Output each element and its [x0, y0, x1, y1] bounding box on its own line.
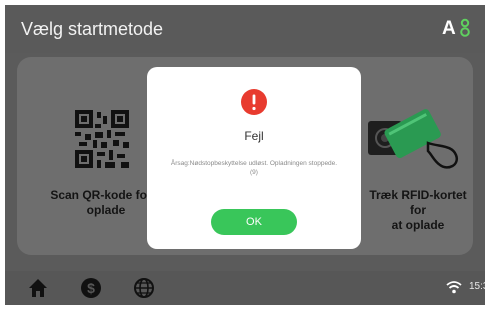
alert-icon: [241, 89, 267, 115]
dialog-message: Årsag:Nødstopbeskyttelse udløst. Opladni…: [170, 160, 338, 176]
error-dialog: Fejl Årsag:Nødstopbeskyttelse udløst. Op…: [147, 67, 361, 249]
modal-overlay: Fejl Årsag:Nødstopbeskyttelse udløst. Op…: [5, 5, 485, 305]
charger-screen: Vælg startmetode A Scan QR-kode for opla…: [5, 5, 485, 305]
ok-button[interactable]: OK: [211, 209, 297, 235]
dialog-title: Fejl: [244, 129, 264, 143]
